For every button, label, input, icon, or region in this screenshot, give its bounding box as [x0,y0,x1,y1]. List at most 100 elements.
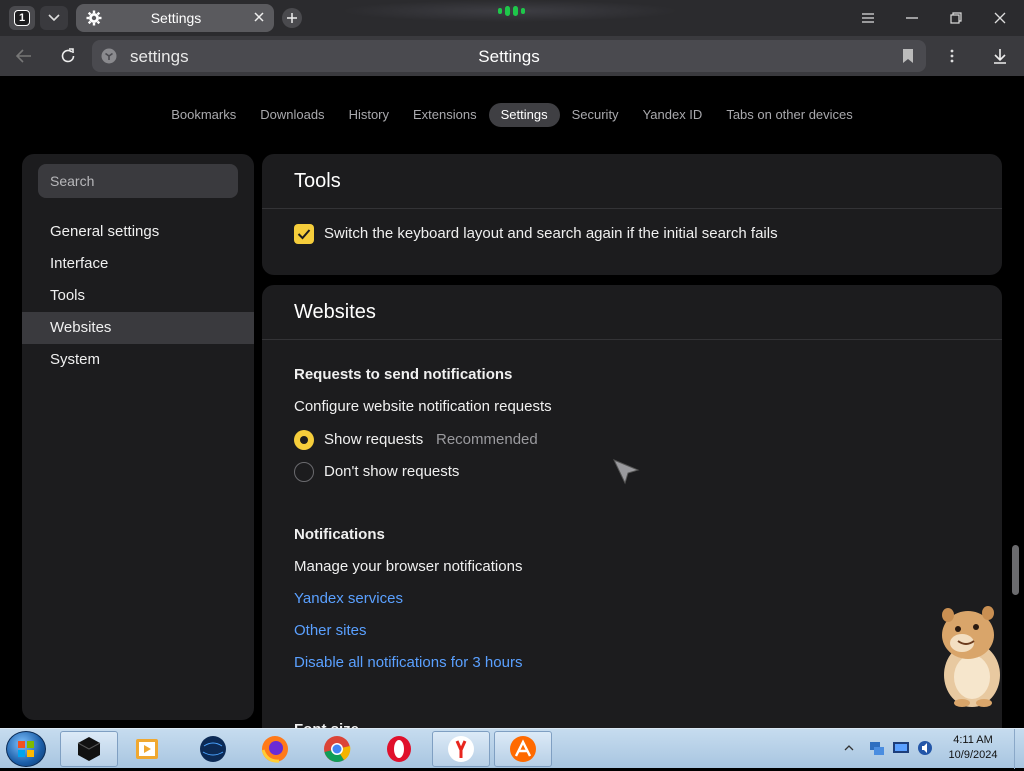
scrollbar[interactable] [1010,154,1020,728]
taskbar-clock[interactable]: 4:11 AM 10/9/2024 [934,733,1012,763]
avast-icon [510,736,536,762]
search-input[interactable]: Search [38,164,238,198]
other-sites-link[interactable]: Other sites [294,622,367,639]
sidebar-item-general[interactable]: General settings [22,216,254,248]
taskbar-app-opera[interactable] [370,731,428,767]
tab-extensions[interactable]: Extensions [401,103,489,127]
keyboard-layout-checkbox[interactable] [294,224,314,244]
show-desktop-button[interactable] [1014,729,1024,769]
show-requests-label[interactable]: Show requests [324,431,423,448]
notifications-heading: Notifications [294,526,385,543]
opera-icon [387,736,411,762]
globe-icon [200,736,226,762]
chevron-down-icon [48,14,60,22]
alice-indicator-icon [498,6,525,16]
browser-titlebar: 1 Settings [0,0,1024,36]
volume-icon[interactable] [916,739,934,757]
websites-section: Websites Requests to send notifications … [262,285,1002,745]
restore-button[interactable] [946,8,966,28]
keyboard-layout-label: Switch the keyboard layout and search ag… [324,225,778,242]
tab-downloads[interactable]: Downloads [248,103,336,127]
bookmark-icon[interactable] [902,48,914,64]
tab-history[interactable]: History [337,103,401,127]
clock-date: 10/9/2024 [948,749,998,761]
tab-settings-page[interactable]: Settings [488,103,560,127]
taskbar-app-globe[interactable] [184,731,242,767]
hamburger-icon [862,13,874,23]
tab-title: Settings [150,10,202,26]
arrow-left-icon [16,49,31,63]
restore-icon [950,12,962,24]
yandex-services-link[interactable]: Yandex services [294,590,403,607]
notifications-description: Manage your browser notifications [294,558,523,575]
start-button[interactable] [6,731,46,767]
minimize-button[interactable] [902,8,922,28]
checkmark-icon [297,229,311,240]
media-player-icon [136,739,158,759]
taskbar-app-media[interactable] [118,731,176,767]
reload-icon [61,48,75,63]
taskbar-app-chrome[interactable] [308,731,366,767]
kebab-icon [950,49,954,63]
close-icon[interactable] [253,11,265,23]
mouse-cursor-icon [612,459,640,485]
taskbar-app-avast[interactable] [494,731,552,767]
site-shield-icon[interactable] [101,48,117,64]
section-title-tools: Tools [294,170,341,192]
dont-show-requests-radio[interactable] [294,462,314,482]
windows-taskbar: 4:11 AM 10/9/2024 [0,728,1024,769]
plus-icon [287,13,297,23]
firefox-icon [261,736,288,763]
yandex-browser-icon [448,736,474,762]
hamster-mascot-icon [942,606,1000,707]
tab-counter-button[interactable]: 1 [9,6,35,30]
show-requests-radio[interactable] [294,430,314,450]
divider [262,339,1002,340]
tab-bookmarks[interactable]: Bookmarks [159,103,248,127]
reload-button[interactable] [56,44,80,68]
sidebar-item-system[interactable]: System [22,344,254,376]
close-window-button[interactable] [990,8,1010,28]
display-icon[interactable] [892,739,910,757]
close-icon [994,12,1006,24]
black-cube-icon [77,737,101,761]
back-button[interactable] [12,44,36,68]
sidebar-item-interface[interactable]: Interface [22,248,254,280]
chrome-icon [324,736,351,762]
taskbar-app-firefox[interactable] [246,731,304,767]
browser-menu-button[interactable] [858,8,878,28]
tab-count: 1 [14,10,30,26]
recommended-tag: Recommended [436,431,538,448]
sidebar-item-websites[interactable]: Websites [22,312,254,344]
tab-yandex-id[interactable]: Yandex ID [631,103,715,127]
tab-settings[interactable]: Settings [76,4,274,32]
dont-show-requests-label[interactable]: Don't show requests [324,463,459,480]
new-tab-button[interactable] [282,8,302,28]
show-hidden-icons-icon[interactable] [844,743,854,753]
requests-heading: Requests to send notifications [294,366,513,383]
address-field[interactable]: settings Settings [92,40,926,72]
gear-icon [86,10,102,26]
settings-sidebar: Search General settings Interface Tools … [22,154,254,720]
address-url: settings [130,47,189,66]
tab-other-devices[interactable]: Tabs on other devices [714,103,864,127]
page-title: Settings [478,47,540,66]
downloads-button[interactable] [988,44,1012,68]
download-icon [994,49,1006,64]
divider [262,208,1002,209]
windows-logo-icon [18,741,34,757]
minimize-icon [906,17,918,19]
tools-section: Tools Switch the keyboard layout and sea… [262,154,1002,275]
settings-top-nav: Bookmarks Downloads History Extensions S… [0,100,1024,128]
taskbar-app-yandex[interactable] [432,731,490,767]
scrollbar-thumb[interactable] [1012,545,1019,595]
sidebar-item-tools[interactable]: Tools [22,280,254,312]
network-icon[interactable] [868,739,886,757]
tabs-menu-button[interactable] [40,6,68,30]
more-button[interactable] [940,44,964,68]
section-title-websites: Websites [294,301,376,323]
taskbar-app-cube[interactable] [60,731,118,767]
requests-description: Configure website notification requests [294,398,552,415]
tab-security[interactable]: Security [560,103,631,127]
disable-notifications-link[interactable]: Disable all notifications for 3 hours [294,654,522,671]
